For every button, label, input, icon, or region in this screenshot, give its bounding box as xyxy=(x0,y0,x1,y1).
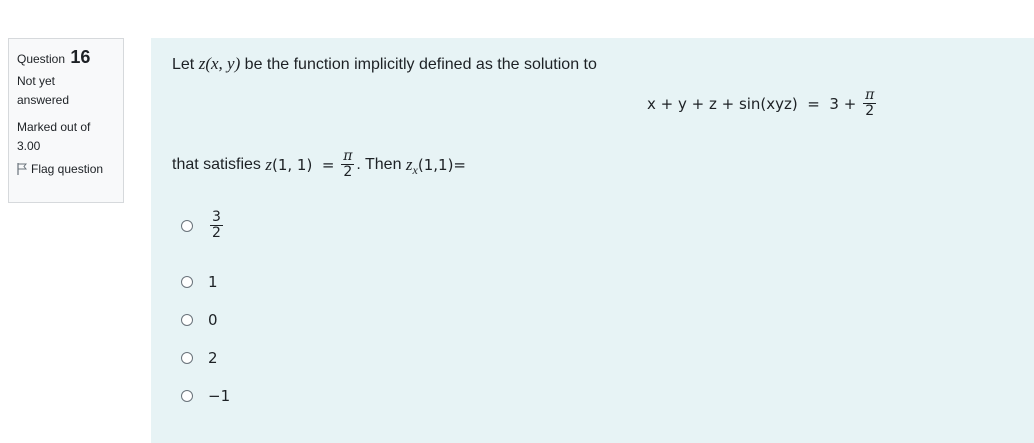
cond-subscript: x xyxy=(412,163,418,177)
question-intro: Let z(x, y) be the function implicitly d… xyxy=(172,54,597,75)
answer-denominator: 2 xyxy=(210,225,223,241)
flag-question-label: Flag question xyxy=(31,162,104,176)
radio-button[interactable] xyxy=(181,276,193,288)
state-line-1: Not yet xyxy=(17,74,56,88)
answer-option-4[interactable]: 2 xyxy=(181,349,218,367)
answer-option-2[interactable]: 1 xyxy=(181,273,218,291)
intro-suffix: be the function implicitly defined as th… xyxy=(240,56,597,73)
intro-prefix: Let xyxy=(172,56,199,73)
grade-line-1: Marked out of xyxy=(17,120,91,134)
question-state: Not yet answered xyxy=(17,72,123,110)
grade-line-2: 3.00 xyxy=(17,139,41,153)
intro-args: (x, y) xyxy=(205,54,241,73)
pi-over-two: π 2 xyxy=(863,87,877,119)
radio-button[interactable] xyxy=(181,219,193,232)
answer-numerator: 3 xyxy=(212,209,221,225)
implicit-equation: x + y + z + sin(xyz) = 3 + π 2 xyxy=(647,88,878,119)
cond-frac-denominator: 2 xyxy=(341,164,355,180)
cond-z: z xyxy=(265,154,272,174)
flag-icon xyxy=(17,163,27,175)
answer-option-3[interactable]: 0 xyxy=(181,311,218,329)
answer-value: 2 xyxy=(208,349,218,367)
cond-frac-numerator: π xyxy=(343,148,353,164)
state-line-2: answered xyxy=(17,93,70,107)
answer-fraction: 3 2 xyxy=(210,210,223,241)
cond-end: (1,1)= xyxy=(417,155,467,174)
radio-button[interactable] xyxy=(181,352,193,364)
radio-button[interactable] xyxy=(181,314,193,326)
condition-line: that satisfies z (1, 1) = π 2 . Then z x (1… xyxy=(172,149,466,180)
equation-lhs: x + y + z + sin(xyz) = 3 + xyxy=(647,94,862,113)
frac-numerator: π xyxy=(865,87,875,103)
cond-args: (1, 1) = xyxy=(272,155,340,174)
answer-option-5[interactable]: −1 xyxy=(181,387,230,405)
answer-option-1[interactable]: 3 2 xyxy=(181,210,225,241)
question-info-panel: Question 16 Not yet answered Marked out … xyxy=(8,38,124,203)
question-number: Question 16 xyxy=(17,47,123,69)
cond-z-partial: z xyxy=(405,154,413,174)
cond-prefix: that satisfies xyxy=(172,155,266,173)
answer-value: 0 xyxy=(208,311,218,329)
flag-question-button[interactable]: Flag question xyxy=(17,162,123,176)
question-number-value: 16 xyxy=(70,47,91,67)
question-label: Question xyxy=(17,52,66,66)
cond-then: . Then xyxy=(356,155,406,173)
radio-button[interactable] xyxy=(181,390,193,402)
answer-value: 1 xyxy=(208,273,218,291)
frac-denominator: 2 xyxy=(863,103,877,119)
answer-value: −1 xyxy=(208,387,231,405)
cond-pi-over-two: π 2 xyxy=(341,148,355,180)
question-content: Let z (x, y) be the function implicitly d… xyxy=(151,38,1034,443)
question-grade: Marked out of 3.00 xyxy=(17,118,123,156)
